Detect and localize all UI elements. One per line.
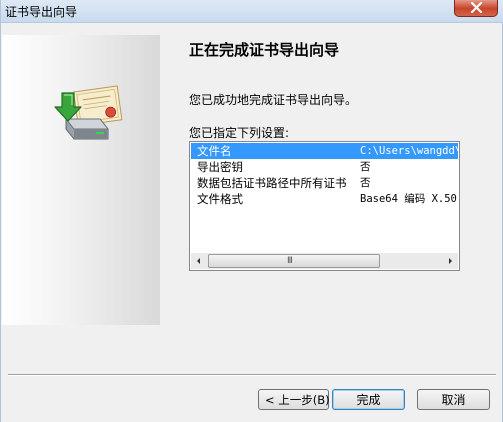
finish-button[interactable]: 完成 — [332, 389, 405, 410]
settings-row-export-key[interactable]: 导出密钥 否 — [191, 159, 458, 175]
window-title: 证书导出向导 — [5, 5, 78, 19]
settings-list[interactable]: 文件名 C:\Users\wangdd\ 导出密钥 否 数据包括证书路径中所有证… — [189, 141, 460, 271]
scroll-right-button[interactable] — [442, 253, 458, 269]
setting-name: 导出密钥 — [197, 160, 243, 174]
back-button[interactable]: < 上一步(B) — [258, 389, 330, 410]
scroll-left-button[interactable] — [191, 253, 207, 269]
horizontal-scrollbar[interactable]: III — [191, 253, 458, 269]
setting-value: 否 — [360, 161, 371, 173]
setting-value: C:\Users\wangdd\ — [360, 145, 458, 157]
scroll-right-arrow-icon — [449, 258, 452, 264]
certificate-export-wizard-window: 证书导出向导 正在完成证书导出向导 您已成功地完成证书导出向导。 您已指定下列设… — [0, 0, 503, 422]
settings-row-include-chain[interactable]: 数据包括证书路径中所有证书 否 — [191, 175, 458, 191]
scrollbar-thumb[interactable]: III — [208, 254, 380, 268]
scrollbar-grip: III — [287, 256, 293, 266]
setting-name: 文件名 — [197, 144, 232, 158]
footer-divider — [8, 374, 496, 376]
close-button[interactable] — [454, 0, 498, 17]
setting-value: 否 — [360, 177, 371, 189]
setting-value: Base64 编码 X.50 — [360, 193, 457, 205]
settings-row-file-format[interactable]: 文件格式 Base64 编码 X.50 — [191, 191, 458, 207]
success-message: 您已成功地完成证书导出向导。 — [189, 93, 358, 107]
setting-name: 数据包括证书路径中所有证书 — [197, 176, 347, 190]
settings-row-file-name[interactable]: 文件名 C:\Users\wangdd\ — [191, 143, 458, 159]
wizard-side-panel — [2, 35, 160, 325]
title-bar[interactable]: 证书导出向导 — [1, 0, 503, 23]
certificate-export-icon — [54, 85, 123, 140]
page-heading: 正在完成证书导出向导 — [189, 41, 340, 59]
cancel-button[interactable]: 取消 — [417, 389, 490, 410]
close-icon — [470, 2, 483, 13]
setting-name: 文件格式 — [197, 192, 243, 206]
settings-label: 您已指定下列设置: — [189, 126, 290, 140]
scroll-left-arrow-icon — [197, 258, 200, 264]
